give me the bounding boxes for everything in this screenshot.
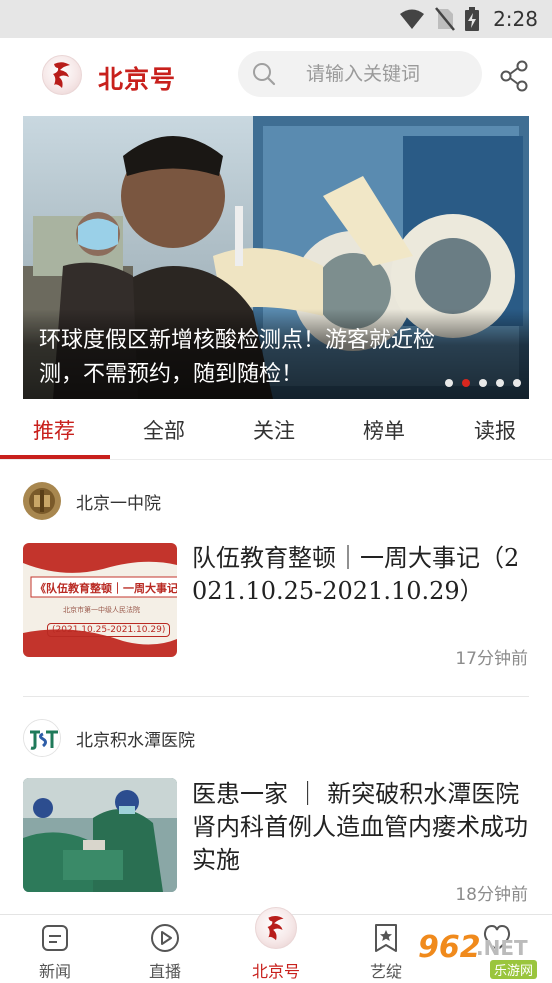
article-time: 18分钟前 <box>455 885 528 905</box>
nav-label: 北京号 <box>251 962 300 981</box>
search-input[interactable] <box>294 51 472 97</box>
bookmark-star-icon <box>371 923 401 953</box>
banner-carousel[interactable]: 环球度假区新增核酸检测点！游客就近检测，不需预约，随到随检！ <box>23 116 529 399</box>
status-time: 2:28 <box>493 7 538 31</box>
status-bar: 2:28 <box>0 0 552 38</box>
source-row[interactable]: 北京一中院 <box>23 482 161 520</box>
article-time: 17分钟前 <box>455 649 528 669</box>
source-name: 北京一中院 <box>76 493 161 514</box>
banner-caption: 环球度假区新增核酸检测点！游客就近检测，不需预约，随到随检！ <box>39 328 436 387</box>
status-icons: 2:28 <box>399 6 538 32</box>
search-box[interactable] <box>238 51 482 97</box>
tab-recommend[interactable]: 推荐 <box>33 415 75 445</box>
article-title[interactable]: 队伍教育整顿｜一周大事记（2021.10.25-2021.10.29） <box>192 542 532 608</box>
tab-all[interactable]: 全部 <box>143 415 185 445</box>
watermark-suffix: .NET <box>476 936 528 960</box>
nav-item-beijing-hao[interactable]: 北京号 <box>221 907 331 983</box>
carousel-dots <box>445 379 521 387</box>
nav-item-live[interactable]: 直播 <box>110 915 220 983</box>
avatar <box>23 482 61 520</box>
thumbnail-dates: (2021.10.25-2021.10.29) <box>47 623 171 637</box>
thumbnail-photo <box>23 778 177 892</box>
article-thumbnail[interactable]: 《队伍教育整顿｜一周大事记 北京市第一中级人民法院 (2021.10.25-20… <box>23 543 177 657</box>
share-icon <box>500 60 528 92</box>
beijing-seal-icon <box>53 62 70 88</box>
no-sim-icon <box>435 7 456 31</box>
nav-label: 新闻 <box>38 962 71 981</box>
thumbnail-subtitle: 北京市第一中级人民法院 <box>63 606 140 614</box>
news-icon <box>40 923 70 953</box>
brand-title: 北京号 <box>98 65 177 94</box>
tabs-divider <box>0 459 552 460</box>
article-thumbnail[interactable] <box>23 778 177 892</box>
carousel-dot[interactable] <box>513 379 521 387</box>
watermark-brand: 962 <box>418 930 481 965</box>
thumbnail-graphic <box>23 543 177 657</box>
avatar <box>23 719 61 757</box>
carousel-dot[interactable] <box>445 379 453 387</box>
battery-charging-icon <box>465 7 480 31</box>
tab-follow[interactable]: 关注 <box>253 415 295 445</box>
header: 北京号 <box>0 38 552 116</box>
tab-newspaper[interactable]: 读报 <box>474 415 516 445</box>
carousel-dot[interactable] <box>479 379 487 387</box>
beijing-logo-icon <box>255 907 297 949</box>
share-button[interactable] <box>496 58 532 94</box>
carousel-dot[interactable] <box>496 379 504 387</box>
article-title[interactable]: 医患一家 ｜ 新突破积水潭医院肾内科首例人造血管内瘘术成功实施 <box>192 778 532 877</box>
nav-item-news[interactable]: 新闻 <box>0 915 110 983</box>
watermark-sub: 乐游网 <box>490 960 538 979</box>
search-icon <box>253 63 276 86</box>
tab-ranking[interactable]: 榜单 <box>363 415 405 445</box>
play-icon <box>150 923 180 953</box>
category-tabs: 推荐 全部 关注 榜单 读报 <box>0 399 552 461</box>
hospital-logo-icon <box>24 720 60 756</box>
app-logo <box>42 55 82 95</box>
feed-divider <box>23 696 529 697</box>
wifi-icon <box>400 9 425 29</box>
watermark-logo: 962 .NET 乐游网 <box>412 926 548 980</box>
thumbnail-heading: 《队伍教育整顿｜一周大事记 <box>35 582 177 595</box>
source-row[interactable]: 北京积水潭医院 <box>23 719 195 757</box>
nav-label: 直播 <box>148 962 181 981</box>
source-name: 北京积水潭医院 <box>76 730 195 751</box>
carousel-dot-active[interactable] <box>462 379 470 387</box>
court-emblem-icon <box>23 482 61 520</box>
